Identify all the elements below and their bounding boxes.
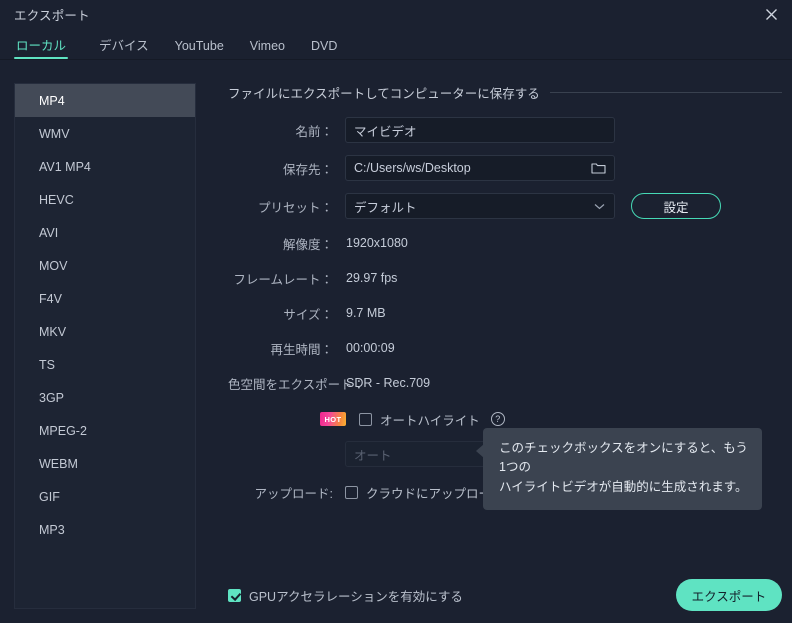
hot-badge: HOT [320, 412, 346, 426]
resolution-row: 解像度： 1920x1080 [228, 231, 782, 255]
format-item-gif[interactable]: GIF [15, 480, 195, 513]
close-icon [765, 8, 777, 20]
format-item-wmv[interactable]: WMV [15, 117, 195, 150]
help-icon[interactable]: ? [490, 412, 505, 426]
duration-value: 00:00:09 [346, 341, 395, 355]
format-item-ts[interactable]: TS [15, 348, 195, 381]
tooltip-line-1: このチェックボックスをオンにすると、もう1つの [499, 441, 748, 475]
cloud-upload-checkbox[interactable] [345, 485, 358, 499]
tab-device[interactable]: デバイス [86, 39, 162, 60]
format-list: MP4 WMV AV1 MP4 HEVC AVI MOV F4V MKV TS … [14, 83, 196, 609]
window-titlebar: エクスポート [0, 0, 792, 28]
colorspace-row: 色空間をエクスポート： SDR - Rec.709 [228, 371, 782, 395]
export-button[interactable]: エクスポート [676, 579, 782, 611]
destination-row: 保存先： C:/Users/ws/Desktop [228, 155, 782, 181]
tab-youtube[interactable]: YouTube [162, 39, 237, 60]
tab-bar: ローカル デバイス YouTube Vimeo DVD [0, 28, 792, 60]
resolution-value: 1920x1080 [346, 236, 408, 250]
tab-local[interactable]: ローカル [14, 39, 86, 60]
export-settings-panel: ファイルにエクスポートしてコンピューターに保存する 名前： マイビデオ 保存先：… [228, 83, 782, 623]
framerate-row: フレームレート： 29.97 fps [228, 266, 782, 290]
name-input[interactable]: マイビデオ [345, 117, 615, 143]
colorspace-label: 色空間をエクスポート： [228, 377, 366, 392]
close-window-button[interactable] [750, 0, 792, 28]
name-input-value: マイビデオ [354, 124, 417, 139]
auto-highlight-checkbox[interactable] [359, 412, 372, 426]
chevron-down-icon [594, 199, 605, 213]
gpu-acceleration-label: GPUアクセラレーションを有効にする [249, 589, 463, 604]
format-item-mkv[interactable]: MKV [15, 315, 195, 348]
section-title: ファイルにエクスポートしてコンピューターに保存する [228, 86, 540, 101]
tooltip-line-2: ハイライトビデオが自動的に生成されます。 [499, 479, 748, 494]
gpu-acceleration-toggle[interactable]: GPUアクセラレーションを有効にする [228, 586, 463, 605]
format-item-avi[interactable]: AVI [15, 216, 195, 249]
auto-highlight-mode-value: オート [354, 448, 392, 463]
destination-input[interactable]: C:/Users/ws/Desktop [345, 155, 615, 181]
size-value: 9.7 MB [346, 306, 386, 320]
size-row: サイズ： 9.7 MB [228, 301, 782, 325]
format-item-webm[interactable]: WEBM [15, 447, 195, 480]
format-item-mov[interactable]: MOV [15, 249, 195, 282]
section-divider [549, 91, 782, 93]
colorspace-value: SDR - Rec.709 [346, 376, 431, 390]
preset-row: プリセット： デフォルト 設定 [228, 193, 782, 219]
preset-select[interactable]: デフォルト [345, 193, 615, 219]
upload-label: アップロード: [254, 486, 333, 501]
destination-label: 保存先： [282, 162, 333, 177]
format-item-mp4[interactable]: MP4 [15, 84, 195, 117]
format-item-f4v[interactable]: F4V [15, 282, 195, 315]
name-row: 名前： マイビデオ [228, 117, 782, 143]
format-item-hevc[interactable]: HEVC [15, 183, 195, 216]
format-item-mpeg2[interactable]: MPEG-2 [15, 414, 195, 447]
framerate-value: 29.97 fps [346, 271, 398, 285]
format-item-av1mp4[interactable]: AV1 MP4 [15, 150, 195, 183]
gpu-acceleration-checkbox[interactable] [228, 588, 241, 602]
folder-browse-button[interactable] [591, 162, 606, 175]
folder-icon [591, 163, 606, 174]
dialog-footer: GPUアクセラレーションを有効にする エクスポート [228, 577, 782, 613]
name-label: 名前： [295, 124, 333, 139]
tab-vimeo[interactable]: Vimeo [237, 39, 298, 60]
size-label: サイズ： [283, 307, 333, 322]
auto-highlight-label: オートハイライト [380, 413, 480, 428]
format-item-mp3[interactable]: MP3 [15, 513, 195, 546]
destination-input-value: C:/Users/ws/Desktop [354, 161, 471, 175]
preset-label: プリセット： [257, 200, 333, 215]
auto-highlight-tooltip: このチェックボックスをオンにすると、もう1つの ハイライトビデオが自動的に生成さ… [476, 428, 762, 511]
preset-settings-button[interactable]: 設定 [631, 193, 721, 219]
dialog-body: MP4 WMV AV1 MP4 HEVC AVI MOV F4V MKV TS … [0, 61, 792, 623]
preset-select-value: デフォルト [354, 200, 417, 215]
tab-dvd[interactable]: DVD [298, 39, 350, 60]
duration-row: 再生時間： 00:00:09 [228, 336, 782, 360]
format-item-3gp[interactable]: 3GP [15, 381, 195, 414]
duration-label: 再生時間： [270, 342, 333, 357]
window-title: エクスポート [14, 8, 90, 23]
framerate-label: フレームレート： [233, 272, 333, 287]
resolution-label: 解像度： [282, 237, 333, 252]
section-header: ファイルにエクスポートしてコンピューターに保存する [228, 83, 782, 101]
